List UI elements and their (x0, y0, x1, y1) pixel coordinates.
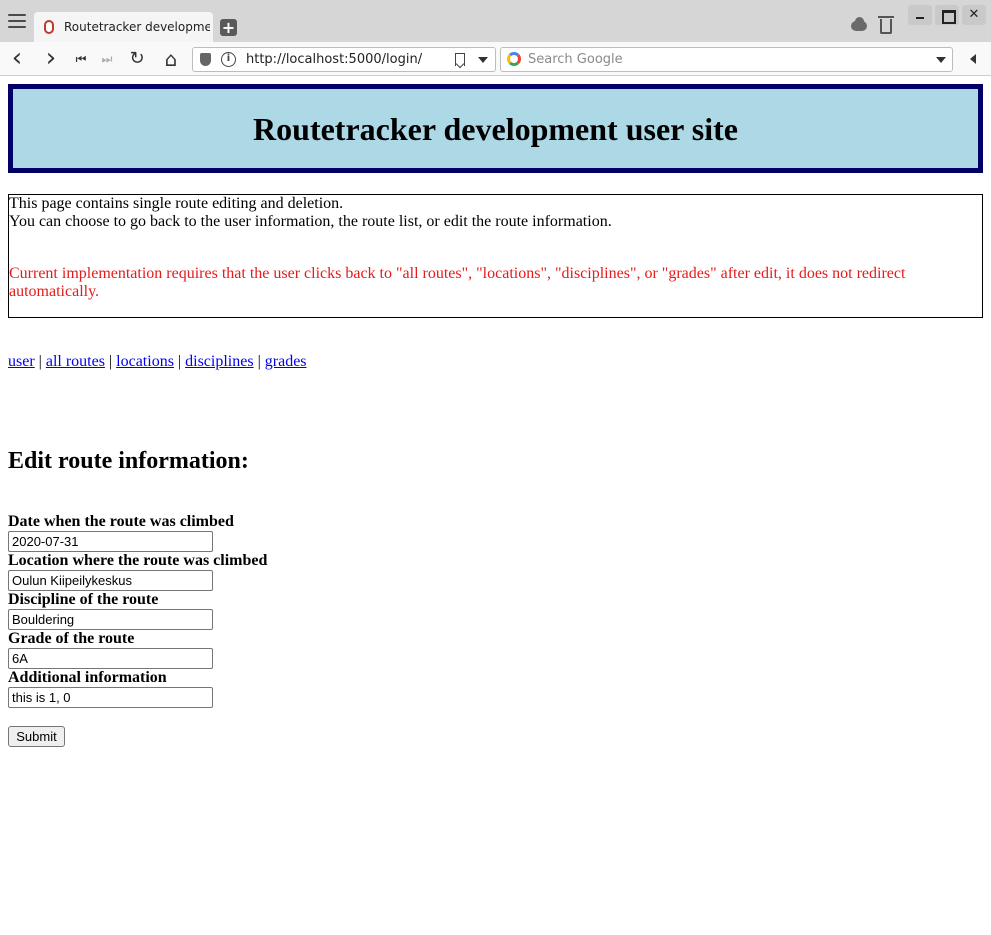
link-separator: | (257, 353, 261, 370)
link-user[interactable]: user (8, 353, 35, 370)
link-all-routes[interactable]: all routes (46, 353, 105, 370)
overflow-menu-icon[interactable] (970, 54, 976, 64)
google-icon (507, 52, 521, 66)
site-header: Routetracker development user site (8, 84, 983, 173)
info-icon[interactable]: i (221, 52, 236, 67)
submit-button[interactable]: Submit (8, 726, 65, 747)
additional-info-label: Additional information (8, 669, 167, 686)
search-input[interactable] (528, 48, 928, 71)
date-label: Date when the route was climbed (8, 513, 234, 530)
additional-info-field[interactable] (8, 687, 213, 708)
link-locations[interactable]: locations (116, 353, 174, 370)
close-window-button[interactable]: ✕ (962, 5, 986, 25)
bookmark-icon[interactable] (455, 53, 465, 66)
forward-arrow-icon[interactable]: › (42, 45, 60, 71)
search-dropdown-icon[interactable] (936, 57, 946, 63)
skip-back-icon[interactable]: ⏮ (72, 50, 90, 68)
tab-bar: Routetracker development + ✕ (0, 0, 991, 42)
url-dropdown-icon[interactable] (478, 57, 488, 63)
shield-icon[interactable] (200, 53, 211, 66)
url-text[interactable]: http://localhost:5000/login/ (246, 52, 422, 67)
link-separator: | (38, 353, 42, 370)
discipline-field[interactable] (8, 609, 213, 630)
favicon-icon (44, 20, 54, 34)
new-tab-button[interactable]: + (220, 19, 237, 36)
grade-label: Grade of the route (8, 630, 135, 647)
skip-forward-icon[interactable]: ⏭ (98, 50, 116, 68)
url-bar[interactable]: i http://localhost:5000/login/ (192, 47, 496, 72)
edit-route-form: Date when the route was climbed Location… (8, 513, 408, 747)
location-label: Location where the route was climbed (8, 552, 268, 569)
page-content: Routetracker development user site This … (0, 77, 991, 935)
location-field[interactable] (8, 570, 213, 591)
discipline-label: Discipline of the route (8, 591, 159, 608)
navigation-bar: ‹ › ⏮ ⏭ ↻ ⌂ i http://localhost:5000/logi… (0, 42, 991, 76)
link-separator: | (177, 353, 182, 370)
hamburger-menu-icon[interactable] (8, 14, 26, 28)
trash-icon[interactable] (878, 16, 894, 34)
maximize-button[interactable] (935, 5, 959, 25)
link-separator: | (108, 353, 113, 370)
warning-text: Current implementation requires that the… (9, 265, 906, 300)
edit-heading: Edit route information: (8, 448, 249, 474)
home-icon[interactable]: ⌂ (162, 49, 180, 69)
minimize-button[interactable] (908, 5, 932, 25)
link-disciplines[interactable]: disciplines (185, 353, 253, 370)
browser-tab[interactable]: Routetracker development (34, 12, 213, 42)
tab-title: Routetracker development (64, 20, 210, 34)
info-line-1: This page contains single route editing … (9, 195, 344, 212)
info-line-2: You can choose to go back to the user in… (9, 213, 612, 230)
page-title: Routetracker development user site (253, 111, 738, 147)
back-arrow-icon[interactable]: ‹ (8, 45, 26, 71)
cloud-icon[interactable] (851, 17, 867, 31)
reload-icon[interactable]: ↻ (128, 50, 146, 68)
search-bar[interactable] (500, 47, 953, 72)
nav-links: user | all routes | locations | discipli… (8, 353, 307, 371)
info-box: This page contains single route editing … (8, 194, 983, 318)
link-grades[interactable]: grades (265, 353, 307, 370)
grade-field[interactable] (8, 648, 213, 669)
date-field[interactable] (8, 531, 213, 552)
